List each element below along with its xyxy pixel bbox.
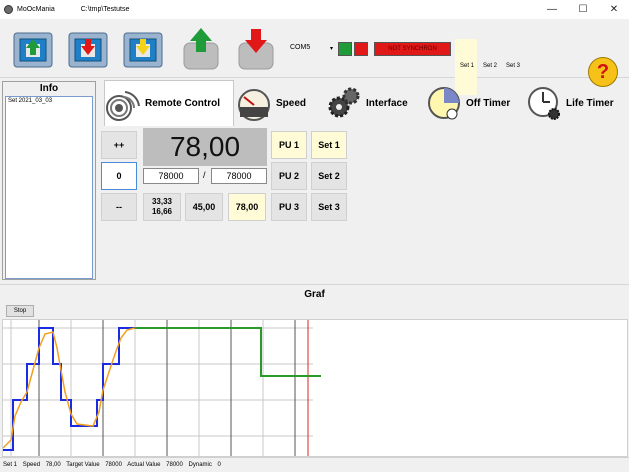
preset-bottom-value: 16,66 [151, 207, 173, 216]
download-device-icon [68, 32, 108, 68]
move-down-button[interactable] [231, 25, 281, 71]
status-target-label: Target Value [66, 462, 100, 468]
download-button[interactable] [64, 25, 114, 71]
save-device-button[interactable] [119, 25, 169, 71]
tab-speed[interactable]: Speed [236, 80, 322, 126]
tab-label: Off Timer [466, 97, 511, 109]
remote-control-icon [106, 90, 140, 121]
status-actual-label: Actual Value [127, 462, 161, 468]
arrow-down-icon [238, 29, 274, 70]
minimize-button[interactable]: — [537, 0, 567, 19]
arrow-up-icon [183, 28, 219, 70]
upload-device-icon [13, 32, 53, 68]
off-timer-icon [428, 87, 460, 120]
tab-interface[interactable]: Interface [326, 80, 422, 126]
toolbar-set-1[interactable]: Set 1 [460, 63, 474, 69]
zero-button[interactable]: 0 [101, 162, 137, 190]
status-dynamic-label: Dynamic [188, 462, 212, 468]
pu-2-button[interactable]: PU 2 [271, 162, 307, 190]
status-red-indicator [354, 42, 368, 56]
info-list[interactable]: Set 2021_03_03 [5, 96, 93, 279]
status-target-value: 78000 [105, 462, 122, 468]
toolbar-set-2[interactable]: Set 2 [483, 63, 497, 69]
status-actual-value: 78000 [166, 462, 183, 468]
stop-button[interactable]: Stop [6, 305, 34, 317]
pu-3-button[interactable]: PU 3 [271, 193, 307, 221]
preset-top-value: 33,33 [151, 197, 173, 206]
target-series-line [3, 327, 135, 451]
speed-value-display: 78,00 [143, 128, 267, 166]
speed-series-line [135, 327, 321, 377]
graph-plot-area [2, 319, 628, 457]
graph-canvas [2, 320, 321, 456]
toolbar-set-3[interactable]: Set 3 [506, 63, 520, 69]
tab-label: Interface [366, 97, 408, 109]
status-speed-value: 78,00 [45, 462, 61, 468]
status-bar: Set 1 Speed 78,00 Target Value 78000 Act… [0, 457, 629, 472]
status-dynamic-value: 0 [217, 462, 221, 468]
value-separator: / [203, 170, 206, 180]
graph-grid [3, 320, 313, 456]
com-port-label[interactable]: COM5 [290, 44, 310, 51]
close-button[interactable]: ✕ [599, 0, 629, 19]
app-icon [4, 5, 13, 14]
move-up-button[interactable] [176, 25, 226, 71]
value-field-a[interactable]: 78000 [143, 168, 199, 184]
status-speed-label: Speed [22, 462, 41, 468]
value-field-b[interactable]: 78000 [211, 168, 267, 184]
tab-bar: Remote Control Speed Interface Off Timer… [100, 80, 629, 126]
window-path: C:\tmp\Testutse [80, 6, 130, 13]
list-item[interactable]: Set 2021_03_03 [8, 98, 90, 104]
set-2-button[interactable]: Set 2 [311, 162, 347, 190]
info-panel: Info Set 2021_03_03 [2, 81, 96, 280]
graph-panel: Graf Stop [0, 284, 629, 457]
tab-label: Speed [276, 97, 307, 109]
graph-title: Graf [304, 289, 325, 300]
tab-label: Remote Control [145, 98, 220, 109]
info-title: Info [39, 83, 59, 94]
status-set: Set 1 [3, 462, 18, 468]
preset-button-1[interactable]: 33,33 16,66 [143, 193, 181, 221]
tab-life-timer[interactable]: Life Timer [526, 80, 629, 126]
maximize-button[interactable]: ☐ [568, 0, 598, 19]
set-3-button[interactable]: Set 3 [311, 193, 347, 221]
increase-button[interactable]: ++ [101, 131, 137, 159]
main-window: MoOcMania C:\tmp\Testutse — ☐ ✕ COM5 ▾ N… [0, 0, 629, 472]
pu-1-button[interactable]: PU 1 [271, 131, 307, 159]
gears-icon [328, 87, 360, 118]
set-1-button[interactable]: Set 1 [311, 131, 347, 159]
com-dropdown-icon[interactable]: ▾ [330, 45, 333, 52]
status-green-indicator [338, 42, 352, 56]
tab-remote-control[interactable]: Remote Control [104, 80, 234, 126]
decrease-button[interactable]: -- [101, 193, 137, 221]
preset-button-3[interactable]: 78,00 [228, 193, 266, 221]
app-title: MoOcMania [17, 6, 55, 13]
upload-button[interactable] [9, 25, 59, 71]
toolbar: COM5 ▾ NOT SYNCHRON Set 1 Set 2 Set 3 ? [0, 19, 629, 95]
tab-off-timer[interactable]: Off Timer [426, 80, 524, 126]
save-device-icon [123, 32, 163, 68]
life-timer-icon [528, 87, 560, 120]
tab-label: Life Timer [566, 97, 614, 109]
actual-series-line [2, 327, 136, 449]
sync-status-badge: NOT SYNCHRON [374, 42, 451, 56]
speed-gauge-icon [238, 89, 270, 121]
title-bar: MoOcMania C:\tmp\Testutse — ☐ ✕ [0, 0, 629, 19]
preset-button-2[interactable]: 45,00 [185, 193, 223, 221]
